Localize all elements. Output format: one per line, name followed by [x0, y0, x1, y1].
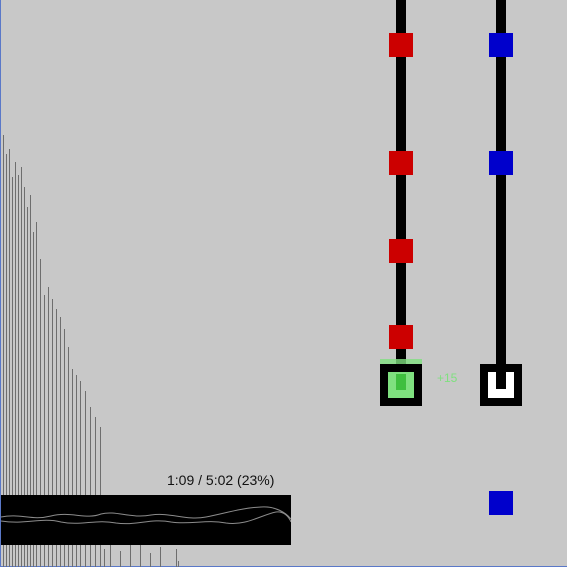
- spectrum-bar: [120, 551, 121, 567]
- spectrum-bar: [160, 547, 161, 567]
- red-note: [389, 151, 413, 175]
- receptor-slot: [488, 372, 514, 398]
- blue-lane-receptor[interactable]: [480, 364, 522, 406]
- red-lane-receptor[interactable]: [380, 364, 422, 406]
- waveform-trace: [0, 506, 292, 525]
- hit-indicator: [388, 372, 414, 398]
- red-note: [389, 325, 413, 349]
- blue-lane-track: [496, 0, 506, 384]
- spectrum-bar: [140, 545, 141, 567]
- blue-note: [489, 151, 513, 175]
- waveform-display: [0, 495, 292, 545]
- score-popup: +15: [437, 371, 458, 385]
- song-progress-label: 1:09 / 5:02 (23%): [167, 472, 275, 488]
- spectrum-bar: [150, 553, 151, 567]
- spectrum-bar: [176, 549, 177, 567]
- blue-note: [489, 33, 513, 57]
- red-note: [389, 33, 413, 57]
- blue-note: [489, 491, 513, 515]
- spectrum-bar: [104, 549, 105, 567]
- spectrum-bar: [110, 543, 111, 567]
- red-note: [389, 239, 413, 263]
- game-stage: +15 1:09 / 5:02 (23%): [0, 0, 567, 567]
- spectrum-bar: [178, 561, 179, 567]
